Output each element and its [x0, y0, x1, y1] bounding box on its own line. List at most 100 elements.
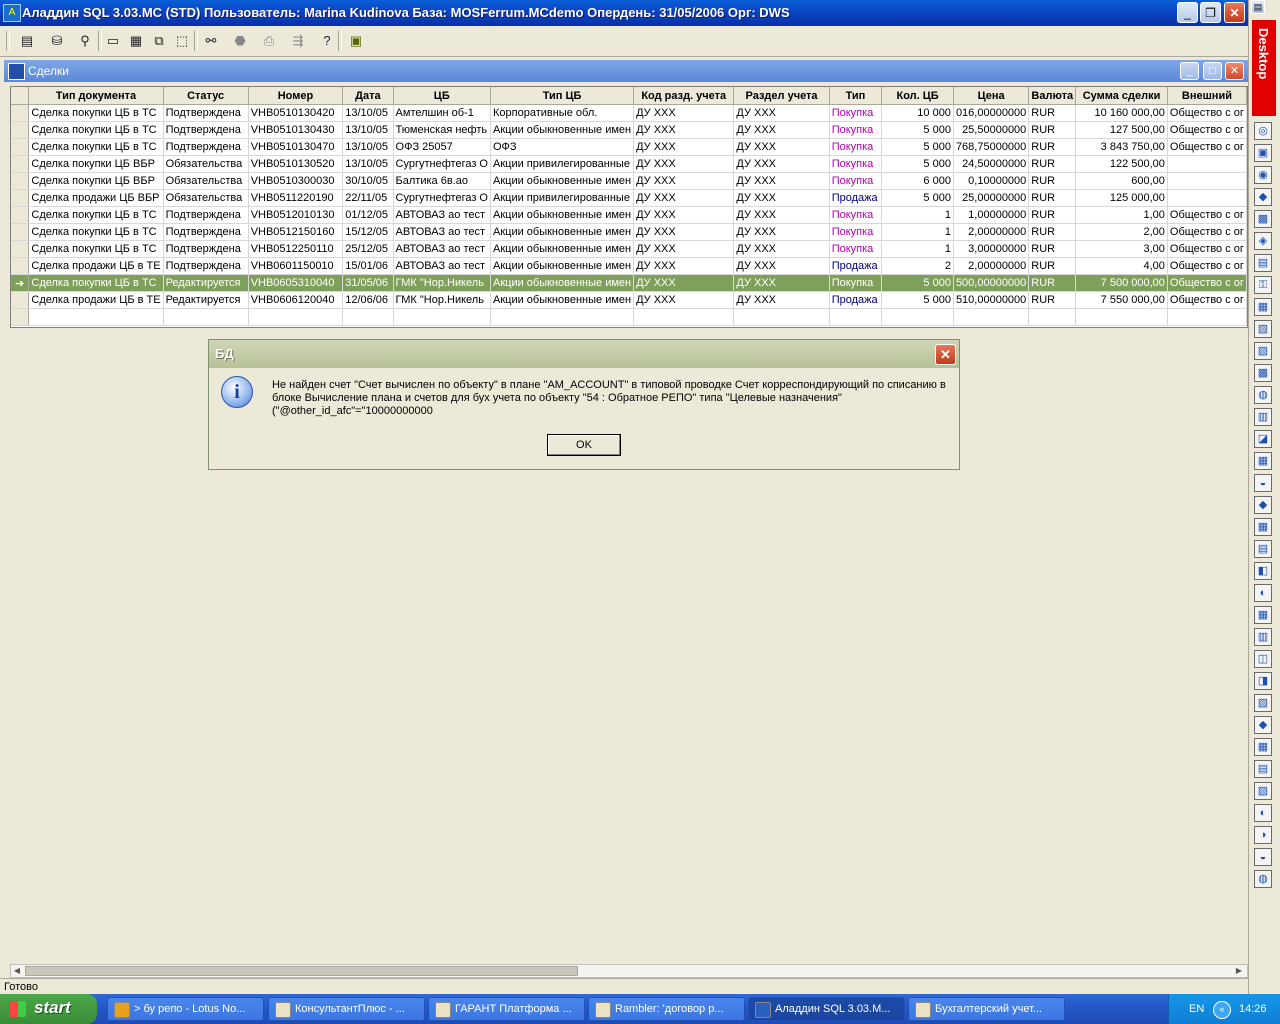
- table-cell[interactable]: [1167, 172, 1247, 190]
- deals-grid[interactable]: Тип документа Статус Номер Дата ЦБ Тип ЦБ Код …: [10, 86, 1248, 328]
- table-cell[interactable]: 4,00: [1075, 257, 1168, 275]
- table-cell[interactable]: АВТОВАЗ ао тест: [393, 240, 492, 258]
- table-row[interactable]: Сделка покупки ЦБ в ТС Подтверждена VHB051…: [11, 223, 1247, 241]
- table-cell[interactable]: 1: [881, 206, 954, 224]
- table-row[interactable]: Сделка покупки ЦБ в ТС Подтверждена VHB051…: [11, 138, 1247, 156]
- table-cell[interactable]: 31/05/06: [342, 274, 394, 292]
- table-row[interactable]: Сделка продажи ЦБ в ТЕ Редактируется VHB06…: [11, 291, 1247, 309]
- desktop-shortcut-icon[interactable]: ▤: [1254, 254, 1272, 272]
- table-cell[interactable]: 5 000: [881, 291, 954, 309]
- table-cell[interactable]: Покупка: [829, 172, 883, 190]
- table-cell[interactable]: Продажа: [829, 257, 883, 275]
- desktop-shortcut-icon[interactable]: ◑: [1254, 826, 1272, 844]
- table-cell[interactable]: 10 160 000,00: [1075, 104, 1168, 122]
- desktop-shortcut-icon[interactable]: ◎: [1254, 122, 1272, 140]
- desktop-shortcut-icon[interactable]: ◆: [1254, 716, 1272, 734]
- ok-button[interactable]: OK: [547, 434, 621, 456]
- table-cell[interactable]: ДУ ХХХ: [733, 155, 830, 173]
- table-cell[interactable]: 25,00000000: [953, 189, 1030, 207]
- desktop-tab[interactable]: Desktop: [1252, 20, 1276, 116]
- table-cell[interactable]: 7 500 000,00: [1075, 274, 1168, 292]
- desktop-shortcut-icon[interactable]: ◒: [1254, 848, 1272, 866]
- table-row[interactable]: Сделка покупки ЦБ ВБР Обязательства VHB051…: [11, 172, 1247, 190]
- stop-icon[interactable]: ⬣: [229, 30, 251, 52]
- table-cell[interactable]: VHB0606120040: [248, 291, 344, 309]
- scroll-left-icon[interactable]: ◀: [11, 965, 23, 977]
- table-cell[interactable]: Покупка: [829, 206, 883, 224]
- desktop-shortcut-icon[interactable]: ◫: [1254, 650, 1272, 668]
- table-cell[interactable]: RUR: [1028, 206, 1077, 224]
- table-cell[interactable]: Тюменская нефть: [393, 121, 492, 139]
- table-cell[interactable]: ДУ ХХХ: [633, 172, 735, 190]
- mdi-maximize-button[interactable]: □: [1203, 62, 1222, 80]
- table-cell[interactable]: Подтверждена: [163, 257, 249, 275]
- table-cell[interactable]: ДУ ХХХ: [733, 172, 830, 190]
- table-cell[interactable]: Корпоративные обл.: [490, 104, 635, 122]
- dialog-close-button[interactable]: ✕: [935, 344, 956, 365]
- desktop-shortcut-icon[interactable]: ⚿: [1254, 276, 1272, 294]
- print-icon[interactable]: ⎙: [258, 30, 280, 52]
- table-cell[interactable]: RUR: [1028, 291, 1077, 309]
- table-cell[interactable]: ДУ ХХХ: [633, 274, 735, 292]
- table-cell[interactable]: Сделка покупки ЦБ в ТС: [28, 223, 164, 241]
- table-cell[interactable]: Акции обыкновенные имен: [490, 291, 635, 309]
- table-cell[interactable]: 13/10/05: [342, 138, 394, 156]
- tray-expand-icon[interactable]: «: [1213, 1001, 1231, 1019]
- desktop-shortcut-icon[interactable]: ▨: [1254, 782, 1272, 800]
- table-cell[interactable]: 0,10000000: [953, 172, 1030, 190]
- desktop-shortcut-icon[interactable]: ▧: [1254, 694, 1272, 712]
- desktop-shortcut-icon[interactable]: ◧: [1254, 562, 1272, 580]
- table-cell[interactable]: 01/12/05: [342, 206, 394, 224]
- table-cell[interactable]: VHB0510130520: [248, 155, 344, 173]
- desktop-shortcut-icon[interactable]: ▧: [1254, 320, 1272, 338]
- table-cell[interactable]: 510,00000000: [953, 291, 1030, 309]
- table-cell[interactable]: 12/06/06: [342, 291, 394, 309]
- table-cell[interactable]: 1: [881, 240, 954, 258]
- table-cell[interactable]: Сделка покупки ЦБ ВБР: [28, 155, 164, 173]
- table-cell[interactable]: Общество с ог: [1167, 274, 1247, 292]
- table-cell[interactable]: VHB0512150160: [248, 223, 344, 241]
- table-cell[interactable]: RUR: [1028, 274, 1077, 292]
- table-cell[interactable]: АВТОВАЗ ао тест: [393, 223, 492, 241]
- table-cell[interactable]: ГМК "Нор.Никель: [393, 291, 492, 309]
- table-cell[interactable]: RUR: [1028, 257, 1077, 275]
- table-cell[interactable]: VHB0601150010: [248, 257, 344, 275]
- table-cell[interactable]: ДУ ХХХ: [633, 257, 735, 275]
- table-cell[interactable]: Покупка: [829, 104, 883, 122]
- table-cell[interactable]: 7 550 000,00: [1075, 291, 1168, 309]
- table-cell[interactable]: 13/10/05: [342, 155, 394, 173]
- table-row[interactable]: Сделка продажи ЦБ в ТЕ Подтверждена VHB060…: [11, 257, 1247, 275]
- table-cell[interactable]: ДУ ХХХ: [733, 274, 830, 292]
- table-cell[interactable]: ДУ ХХХ: [733, 121, 830, 139]
- table-cell[interactable]: Покупка: [829, 138, 883, 156]
- column-header[interactable]: Дата: [342, 87, 394, 105]
- minimize-button[interactable]: _: [1177, 2, 1198, 23]
- desktop-shortcut-icon[interactable]: ▤: [1254, 540, 1272, 558]
- table-cell[interactable]: Сделка покупки ЦБ в ТС: [28, 104, 164, 122]
- table-cell[interactable]: VHB0512250110: [248, 240, 344, 258]
- table-cell[interactable]: 122 500,00: [1075, 155, 1168, 173]
- table-cell[interactable]: ДУ ХХХ: [633, 206, 735, 224]
- table-cell[interactable]: Сделка покупки ЦБ ВБР: [28, 172, 164, 190]
- table-cell[interactable]: Акции обыкновенные имен: [490, 206, 635, 224]
- table-cell[interactable]: 3,00000000: [953, 240, 1030, 258]
- table-cell[interactable]: 25/12/05: [342, 240, 394, 258]
- table-cell[interactable]: Общество с ог: [1167, 121, 1247, 139]
- find-user-icon[interactable]: ⚲: [74, 30, 96, 52]
- table-cell[interactable]: ДУ ХХХ: [633, 121, 735, 139]
- table-cell[interactable]: Покупка: [829, 155, 883, 173]
- mdi-close-button[interactable]: ✕: [1225, 62, 1244, 80]
- table-cell[interactable]: Подтверждена: [163, 138, 249, 156]
- table-cell[interactable]: АВТОВАЗ ао тест: [393, 206, 492, 224]
- table-cell[interactable]: Подтверждена: [163, 121, 249, 139]
- table-row[interactable]: Сделка покупки ЦБ в ТС Подтверждена VHB051…: [11, 206, 1247, 224]
- table-cell[interactable]: Сургутнефтегаз О: [393, 189, 492, 207]
- table-cell[interactable]: Покупка: [829, 223, 883, 241]
- table-cell[interactable]: 13/10/05: [342, 104, 394, 122]
- table-cell[interactable]: Амтелшин об-1: [393, 104, 492, 122]
- column-header[interactable]: ЦБ: [393, 87, 492, 105]
- desktop-shortcut-icon[interactable]: ▦: [1254, 298, 1272, 316]
- table-cell[interactable]: ДУ ХХХ: [733, 104, 830, 122]
- table-cell[interactable]: ДУ ХХХ: [633, 155, 735, 173]
- table-row[interactable]: Сделка покупки ЦБ в ТС Подтверждена VHB051…: [11, 104, 1247, 122]
